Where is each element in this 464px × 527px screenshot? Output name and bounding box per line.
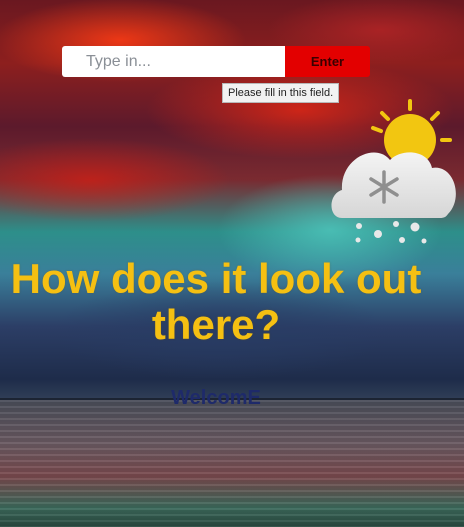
welcome-text: WelcomE [171,387,261,409]
search-form: Enter [62,46,370,77]
enter-button[interactable]: Enter [285,46,370,77]
validation-tooltip: Please fill in this field. [222,83,340,103]
cloud-icon [331,152,456,218]
search-input[interactable] [62,46,285,77]
page: Enter Please fill in this field. [0,0,464,527]
page-title: How does it look out there? [10,255,422,348]
background-water [0,400,464,527]
snow-sun-cloud-icon [326,98,462,248]
snow-dots-icon [355,221,427,244]
